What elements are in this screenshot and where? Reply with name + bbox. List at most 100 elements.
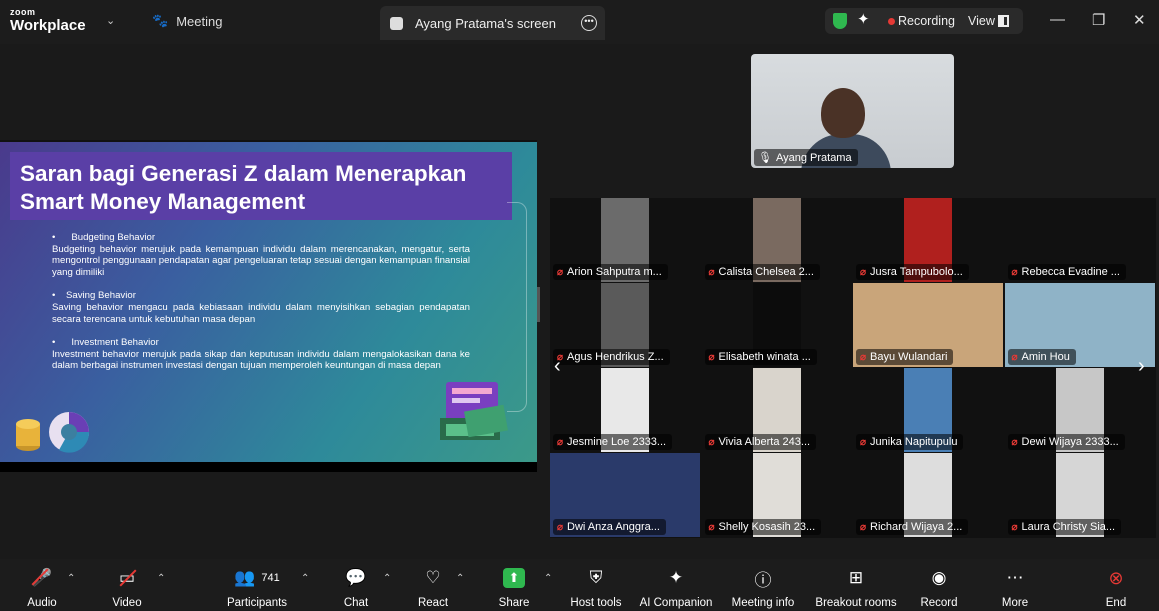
audio-label: Audio [27,597,57,609]
participants-icon: 👥 741 [234,568,280,587]
host-tools-button[interactable]: ⛨ Host tools [566,565,626,609]
mic-muted-icon: ⌀ [860,266,867,278]
mic-muted-icon: ⌀ [860,436,867,448]
participant-name: Shelly Kosasih 23... [718,521,816,533]
participant-name: Bayu Wulandari [870,351,948,363]
participants-button[interactable]: 👥 741 Participants [222,565,292,609]
participant-tile[interactable]: ⌀ Richard Wijaya 2... [853,453,1003,537]
active-speaker-video[interactable]: 🎙 Ayang Pratama [751,54,954,168]
mic-muted-icon: ⌀ [557,521,564,533]
slide-section-heading: • Saving Behavior [52,290,136,302]
window-icon [390,16,403,30]
participant-tile[interactable]: ⌀ Junika Napitupulu [853,368,1003,452]
participant-name-tag: ⌀ Junika Napitupulu [856,434,964,450]
tab-meeting[interactable]: 🐾 Meeting [152,13,222,29]
mic-muted-icon: ⌀ [1011,266,1018,278]
mic-muted-icon: ⌀ [708,351,715,363]
gallery-prev-arrow[interactable]: ‹ [554,355,561,378]
chevron-down-icon[interactable]: ⌄ [106,14,115,27]
participant-tile[interactable]: ⌀ Laura Christy Sia... [1004,453,1155,537]
participant-tile[interactable]: ⌀ Dewi Wijaya 2333... [1004,368,1155,452]
participant-name-tag: ⌀ Rebecca Evadine ... [1007,264,1126,280]
participant-name-tag: ⌀ Jusra Tampubolo... [856,264,969,280]
react-caret-icon[interactable]: ⌃ [456,573,464,584]
end-button[interactable]: ⊗ End [1100,565,1132,610]
close-icon[interactable]: ✕ [1133,11,1146,29]
view-layout-icon[interactable] [998,15,1009,27]
participant-name-tag: ⌀ Bayu Wulandari [856,349,954,365]
shield-icon[interactable] [833,13,847,29]
coins-chart-illustration [16,412,90,453]
zoom-workplace-logo[interactable]: zoom Workplace [10,8,86,34]
participant-tile[interactable]: ⌀ Shelly Kosasih 23... [701,453,852,537]
share-caret-icon[interactable]: ⌃ [544,573,552,584]
meeting-info-button[interactable]: ⓘ Meeting info [728,565,798,610]
video-button[interactable]: ▭ Video [107,565,147,609]
more-options-icon[interactable]: ••• [581,15,597,31]
react-button[interactable]: ♡ React [413,565,453,609]
recording-label[interactable]: Recording [898,14,955,28]
chat-icon: 💬 [345,568,367,587]
share-button[interactable]: ⬆ Share [494,565,534,609]
participant-tile[interactable]: ⌀ Dwi Anza Anggra... [550,453,700,537]
participant-tile[interactable]: ⌀ Amin Hou [1004,283,1155,367]
ai-sparkle-icon[interactable]: ✦ [857,10,870,28]
logo-workplace-text: Workplace [10,17,86,34]
chat-button[interactable]: 💬 Chat [336,565,376,609]
participant-tile[interactable]: ⌀ Jusra Tampubolo... [853,198,1003,282]
tab-shared-screen[interactable]: Ayang Pratama's screen ••• [380,6,605,40]
speaker-name: Ayang Pratama [775,151,852,164]
participant-name: Agus Hendrikus Z... [567,351,664,363]
more-button[interactable]: ⋯ More [996,565,1034,609]
participant-name-tag: ⌀ Amin Hou [1007,349,1076,365]
participant-tile[interactable]: ⌀ Calista Chelsea 2... [701,198,852,282]
slide-bottom-bar [0,462,537,472]
restore-icon[interactable]: ❐ [1092,11,1105,29]
participant-name: Vivia Alberta 243... [718,436,811,448]
view-button[interactable]: View [968,14,995,28]
breakout-rooms-label: Breakout rooms [815,597,897,609]
speaker-name-tag: 🎙 Ayang Pratama [754,149,858,166]
participant-tile[interactable]: ⌀ Rebecca Evadine ... [1004,198,1155,282]
gallery-next-arrow[interactable]: › [1138,355,1145,378]
slide-section: • Budgeting Behavior Budgeting behavior … [52,232,470,278]
participant-name: Dwi Anza Anggra... [567,521,660,533]
breakout-rooms-button[interactable]: ⊞ Breakout rooms [813,565,899,609]
participant-name: Dewi Wijaya 2333... [1021,436,1119,448]
audio-button[interactable]: 🎤 Audio [22,565,62,609]
money-illustration [440,382,508,440]
participant-name-tag: ⌀ Elisabeth winata ... [704,349,817,365]
participant-tile[interactable]: ⌀ Arion Sahputra m... [550,198,700,282]
participants-caret-icon[interactable]: ⌃ [301,573,309,584]
mic-on-icon: 🎙 [758,152,772,164]
ai-sparkle-icon: ✦ [668,568,684,587]
record-label: Record [920,597,958,609]
host-tools-label: Host tools [570,597,622,609]
video-label: Video [112,597,142,609]
chat-caret-icon[interactable]: ⌃ [383,573,391,584]
split-handle[interactable] [537,287,540,322]
participant-name: Laura Christy Sia... [1021,521,1116,533]
participant-name-tag: ⌀ Dwi Anza Anggra... [553,519,666,535]
participant-tile[interactable]: ⌀ Elisabeth winata ... [701,283,852,367]
participant-name: Arion Sahputra m... [567,266,662,278]
participant-name: Junika Napitupulu [870,436,958,448]
minimize-icon[interactable]: — [1050,11,1065,28]
participant-tile[interactable]: ⌀ Jesmine Loe 2333... [550,368,700,452]
ai-companion-button[interactable]: ✦ AI Companion [638,565,714,609]
participant-tile[interactable]: ⌀ Agus Hendrikus Z... [550,283,700,367]
participant-tile[interactable]: ⌀ Vivia Alberta 243... [701,368,852,452]
video-caret-icon[interactable]: ⌃ [157,573,165,584]
participant-tile[interactable]: ⌀ Bayu Wulandari [853,283,1003,367]
participant-name: Rebecca Evadine ... [1021,266,1120,278]
mic-muted-icon: ⌀ [557,436,564,448]
audio-caret-icon[interactable]: ⌃ [67,573,75,584]
speaker-head [821,88,865,138]
participant-gallery: ⌀ Arion Sahputra m... ⌀ Calista Chelsea 2..… [550,198,1156,538]
record-button[interactable]: ◉ Record [918,565,960,609]
mic-muted-icon: ⌀ [1011,521,1018,533]
participant-name-tag: ⌀ Shelly Kosasih 23... [704,519,822,535]
participant-name-tag: ⌀ Vivia Alberta 243... [704,434,817,450]
participant-name-tag: ⌀ Richard Wijaya 2... [856,519,969,535]
heart-icon: ♡ [425,568,441,587]
